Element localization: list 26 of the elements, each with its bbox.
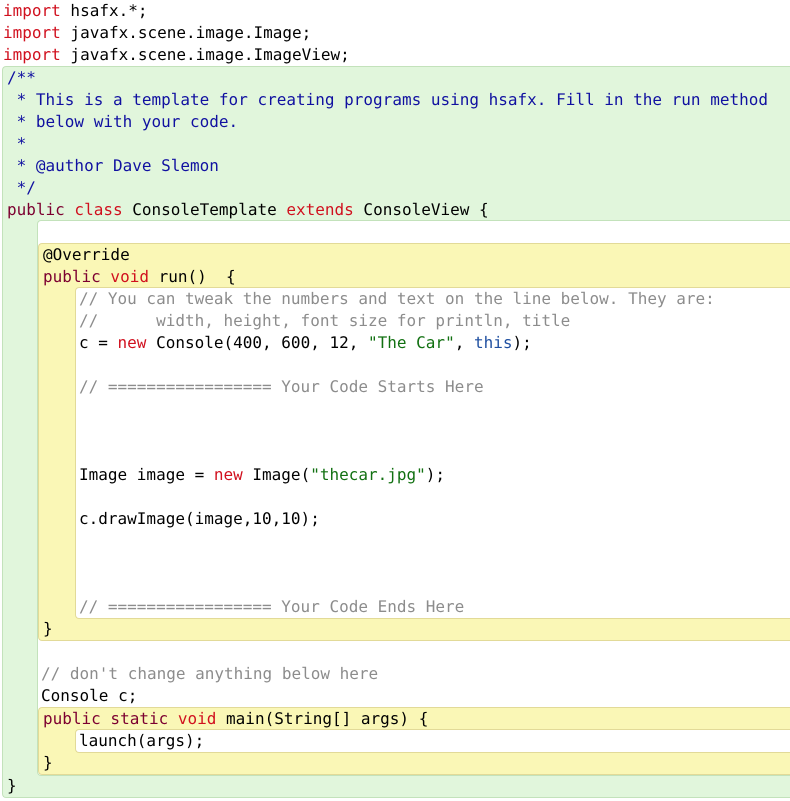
code-line: import javafx.scene.image.Image; [2, 22, 312, 44]
code-line: @Override [42, 244, 131, 266]
code-line: // ================= Your Code Ends Here [78, 596, 466, 618]
code-line: // You can tweak the numbers and text on the line below. They are: [78, 288, 716, 310]
code-line: public class ConsoleTemplate extends ConsoleView { [6, 199, 490, 221]
code-line: // don't change anything below here [40, 663, 380, 685]
code-line: /** [6, 67, 37, 89]
code-line: import hsafx.*; [2, 0, 148, 22]
code-line: } [6, 775, 18, 797]
code-line: Image image = new Image("thecar.jpg"); [78, 464, 446, 486]
code-line: * below with your code. [16, 111, 240, 133]
code-line: * This is a template for creating programs using hsafx. Fill in the run method [16, 89, 769, 111]
code-line: import javafx.scene.image.ImageView; [2, 44, 351, 66]
code-line: * [16, 133, 28, 155]
code-line: // ================= Your Code Starts Here [78, 376, 485, 398]
code-line: c = new Console(400, 600, 12, "The Car", this); [78, 332, 533, 354]
code-line: public void run() { [42, 266, 237, 288]
code-line: Console c; [40, 685, 138, 707]
code-line: } [42, 752, 54, 774]
code-line: // width, height, font size for println, title [78, 310, 572, 332]
code-line: } [42, 618, 54, 640]
code-line: */ [16, 177, 37, 199]
code-line: launch(args); [78, 730, 206, 752]
code-line: public static void main(String[] args) { [42, 708, 430, 730]
code-line: * @author Dave Slemon [16, 155, 220, 177]
code-line: c.drawImage(image,10,10); [78, 508, 321, 530]
